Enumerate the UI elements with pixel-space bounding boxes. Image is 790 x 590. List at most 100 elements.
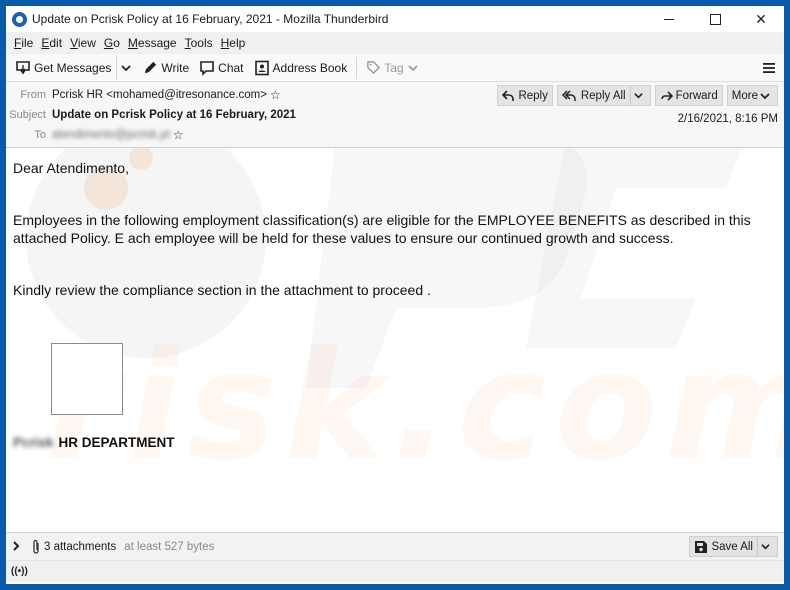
to-value[interactable]: atendimento@pcrisk.pt <box>52 129 170 141</box>
menu-help-label: elp <box>229 36 246 50</box>
to-row: To atendimento@pcrisk.pt ☆ <box>6 128 184 142</box>
address-book-label: Address Book <box>272 60 348 75</box>
download-icon <box>16 60 30 74</box>
save-all-dropdown[interactable] <box>757 537 773 556</box>
subject-label: Subject <box>9 109 46 121</box>
menu-view[interactable]: View <box>66 36 100 50</box>
write-label: Write <box>161 60 190 75</box>
forward-button[interactable]: Forward <box>654 85 723 106</box>
forward-label: Forward <box>675 89 718 102</box>
from-label: From <box>20 89 46 101</box>
close-button[interactable]: ✕ <box>738 6 784 32</box>
menu-go-label: o <box>113 36 120 50</box>
tag-button[interactable]: Tag <box>361 56 425 80</box>
greeting: Dear Atendimento, <box>13 160 129 176</box>
attachment-size: at least 527 bytes <box>124 540 215 553</box>
reply-all-button[interactable]: Reply All <box>556 85 651 106</box>
get-messages-button[interactable]: Get Messages <box>10 56 116 80</box>
tag-icon <box>367 61 381 75</box>
message-date: 2/16/2021, 8:16 PM <box>677 113 778 125</box>
reply-label: Reply <box>518 89 548 102</box>
star-icon[interactable]: ☆ <box>173 128 184 142</box>
menu-message-accel: M <box>127 36 138 50</box>
pcrisk-watermark: risk.com <box>26 148 784 494</box>
paragraph-2: Kindly review the compliance section in … <box>13 282 431 298</box>
watermark-text: risk.com <box>46 320 784 494</box>
reply-all-icon <box>561 89 576 101</box>
menu-message-label: essage <box>137 36 177 50</box>
pencil-icon <box>145 61 157 74</box>
attachment-bar: 3 attachments at least 527 bytes Save Al… <box>6 532 784 560</box>
paragraph-1-line-2: attached Policy. E ach employee will be … <box>13 230 674 246</box>
broken-image-placeholder <box>51 343 123 415</box>
chevron-down-icon <box>633 93 643 99</box>
chevron-right-icon <box>13 540 20 551</box>
thunderbird-window: Update on Pcrisk Policy at 16 February, … <box>6 6 784 584</box>
chat-label: Chat <box>218 60 244 75</box>
menu-help-accel: H <box>220 36 230 50</box>
tag-label: Tag <box>384 60 404 75</box>
paperclip-icon <box>33 539 39 554</box>
menu-go[interactable]: Go <box>100 36 124 50</box>
thunderbird-logo-icon <box>12 11 27 27</box>
attachment-count[interactable]: 3 attachments <box>44 541 116 553</box>
save-icon <box>695 540 708 553</box>
address-book-icon <box>254 60 269 75</box>
chevron-down-icon <box>761 544 770 550</box>
minimize-button[interactable] <box>646 6 692 32</box>
from-row: From Pcrisk HR <mohamed@itresonance.com>… <box>6 88 281 102</box>
chevron-down-icon <box>121 64 132 71</box>
write-button[interactable]: Write <box>138 56 194 80</box>
subject-row: Subject Update on Pcrisk Policy at 16 Fe… <box>6 109 296 121</box>
menu-help[interactable]: Help <box>217 36 250 50</box>
menu-edit[interactable]: Edit <box>37 36 66 50</box>
expand-attachments-toggle[interactable] <box>12 540 21 554</box>
more-button[interactable]: More <box>726 85 778 106</box>
toolbar-separator <box>356 56 358 79</box>
reply-all-label: Reply All <box>580 89 626 102</box>
main-toolbar: Get Messages Write Chat Address Book Tag <box>6 54 784 82</box>
status-bar: ((•)) <box>6 560 784 582</box>
get-messages-label: Get Messages <box>34 60 112 75</box>
reply-all-dropdown[interactable] <box>629 86 646 105</box>
menu-view-accel: V <box>70 36 78 50</box>
chevron-down-icon <box>760 92 770 99</box>
reply-button[interactable]: Reply <box>497 85 553 106</box>
menu-tools-label: ools <box>190 36 213 50</box>
address-book-button[interactable]: Address Book <box>249 56 353 80</box>
message-body: risk.com Dear Atendimento, Employees in … <box>6 148 784 532</box>
menu-file[interactable]: File <box>10 36 37 50</box>
window-title: Update on Pcrisk Policy at 16 February, … <box>32 12 389 26</box>
menu-go-accel: G <box>103 36 114 50</box>
chat-button[interactable]: Chat <box>194 56 248 80</box>
chat-icon <box>200 60 214 76</box>
chevron-down-icon <box>408 64 418 71</box>
from-value[interactable]: Pcrisk HR <mohamed@itresonance.com> <box>52 89 267 101</box>
reply-icon <box>502 89 515 101</box>
menu-tools[interactable]: Tools <box>181 36 217 50</box>
online-status-icon[interactable]: ((•)) <box>11 566 28 577</box>
star-icon[interactable]: ☆ <box>270 88 281 102</box>
forward-arrow-icon <box>660 90 673 101</box>
watermark-magnifier-circle <box>26 148 266 358</box>
menu-view-label: iew <box>77 36 96 50</box>
watermark-c-shape <box>526 148 742 348</box>
save-all-button[interactable]: Save All <box>689 536 778 557</box>
hamburger-menu-icon <box>763 62 775 73</box>
menu-file-label: ile <box>21 36 34 50</box>
title-bar: Update on Pcrisk Policy at 16 February, … <box>6 6 784 32</box>
app-menu-button[interactable] <box>754 62 784 74</box>
to-label: To <box>34 129 46 141</box>
paragraph-1-line-1: Employees in the following employment cl… <box>13 212 751 228</box>
menu-message[interactable]: Message <box>124 36 181 50</box>
signature: Pcrisk HR DEPARTMENT <box>13 435 175 450</box>
signature-department: HR DEPARTMENT <box>58 435 175 450</box>
get-messages-dropdown[interactable] <box>116 55 138 80</box>
save-all-label: Save All <box>711 540 753 553</box>
menu-bar: File Edit View Go Message Tools Help <box>6 32 784 54</box>
maximize-button[interactable] <box>692 6 738 32</box>
menu-edit-label: dit <box>49 36 63 50</box>
signature-company: Pcrisk <box>13 435 54 450</box>
watermark-dot <box>129 148 153 170</box>
watermark-p-shape <box>306 148 587 388</box>
